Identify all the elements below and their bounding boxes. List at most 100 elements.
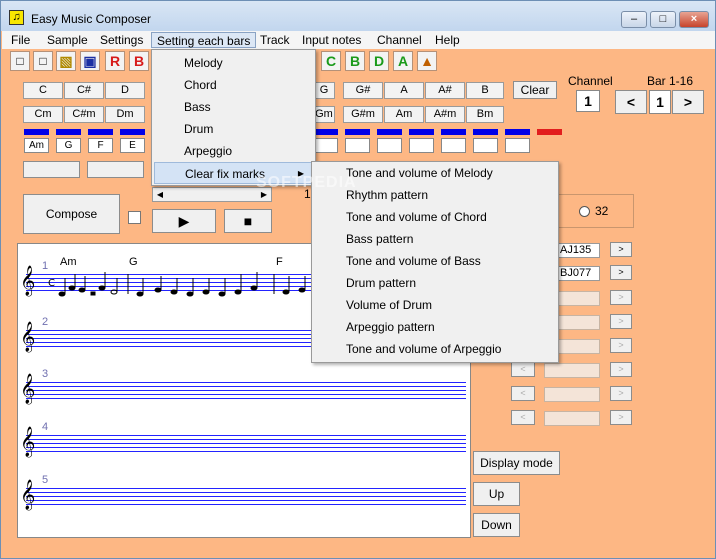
slot-3[interactable]: F xyxy=(88,129,113,153)
toolbar-c-button[interactable]: C xyxy=(321,51,341,71)
key-am[interactable]: Am xyxy=(384,106,424,123)
blank-button-2[interactable] xyxy=(87,161,144,178)
menu-item-melody[interactable]: Melody xyxy=(154,52,313,74)
down-button[interactable]: Down xyxy=(473,513,520,537)
key-a-sharp-m[interactable]: A#m xyxy=(425,106,465,123)
track-3-next-button[interactable]: > xyxy=(610,290,632,305)
slot-14[interactable] xyxy=(473,129,498,153)
track-6-next-button[interactable]: > xyxy=(610,362,632,377)
close-button[interactable]: × xyxy=(679,11,709,28)
menu-help[interactable]: Help xyxy=(430,32,465,48)
slot-10[interactable] xyxy=(345,129,370,153)
track-6-prev-button[interactable]: < xyxy=(511,362,535,377)
channel-label: Channel xyxy=(568,74,613,88)
minimize-button[interactable]: – xyxy=(621,11,647,28)
toolbar-a-button[interactable]: A xyxy=(393,51,413,71)
common-time-icon: C xyxy=(48,278,55,289)
track-8-prev-button[interactable]: < xyxy=(511,410,535,425)
compose-checkbox[interactable] xyxy=(128,211,141,224)
play-button[interactable]: ▶ xyxy=(152,209,216,233)
key-bm[interactable]: Bm xyxy=(466,106,504,123)
submenu-item[interactable]: Tone and volume of Arpeggio xyxy=(314,338,556,360)
key-g[interactable]: G xyxy=(313,82,335,99)
new-document-icon[interactable]: □ xyxy=(33,51,53,71)
toolbar-d-button[interactable]: D xyxy=(369,51,389,71)
track-name-4 xyxy=(558,315,600,330)
save-disk-icon[interactable]: ▣ xyxy=(80,51,100,71)
horizontal-scrollbar[interactable]: ◀ ▶ xyxy=(152,187,272,202)
slot-value: F xyxy=(88,138,113,153)
slot-4[interactable]: E xyxy=(120,129,145,153)
scroll-left-icon[interactable]: ◀ xyxy=(153,188,167,201)
compose-button[interactable]: Compose xyxy=(23,194,120,234)
app-window: ♫ Easy Music Composer – □ × File Sample … xyxy=(0,0,716,559)
radio-32[interactable] xyxy=(579,206,590,217)
track-4-next-button[interactable]: > xyxy=(610,314,632,329)
slot-1[interactable]: Am xyxy=(24,129,49,153)
toolbar-r-button[interactable]: R xyxy=(105,51,125,71)
bar-value[interactable]: 1 xyxy=(649,90,671,114)
channel-value[interactable]: 1 xyxy=(576,90,600,112)
key-c-sharp-m[interactable]: C#m xyxy=(64,106,104,123)
key-dm[interactable]: Dm xyxy=(105,106,145,123)
track-5-next-button[interactable]: > xyxy=(610,338,632,353)
key-g-sharp[interactable]: G# xyxy=(343,82,383,99)
submenu-item[interactable]: Bass pattern xyxy=(314,228,556,250)
key-b[interactable]: B xyxy=(466,82,504,99)
display-mode-button[interactable]: Display mode xyxy=(473,451,560,475)
track-name-1[interactable]: AJ135 xyxy=(558,243,600,258)
blank-button-1[interactable] xyxy=(23,161,80,178)
toolbar: □ □ ▧ ▣ R B C B D A ▲ xyxy=(2,49,715,73)
key-gm[interactable]: Gm xyxy=(313,106,335,123)
menu-item-drum[interactable]: Drum xyxy=(154,118,313,140)
metronome-icon[interactable]: ▲ xyxy=(417,51,437,71)
key-g-sharp-m[interactable]: G#m xyxy=(343,106,383,123)
submenu-item[interactable]: Volume of Drum xyxy=(314,294,556,316)
key-c[interactable]: C xyxy=(23,82,63,99)
maximize-button[interactable]: □ xyxy=(650,11,676,28)
slot-9[interactable] xyxy=(313,129,338,153)
slot-11[interactable] xyxy=(377,129,402,153)
menu-input-notes[interactable]: Input notes xyxy=(297,32,366,48)
bar-next-button[interactable]: > xyxy=(672,90,704,114)
menu-item-chord[interactable]: Chord xyxy=(154,74,313,96)
track-7-next-button[interactable]: > xyxy=(610,386,632,401)
slot-12[interactable] xyxy=(409,129,434,153)
track-2-next-button[interactable]: > xyxy=(610,265,632,280)
track-7-prev-button[interactable]: < xyxy=(511,386,535,401)
submenu-item[interactable]: Drum pattern xyxy=(314,272,556,294)
slot-15[interactable] xyxy=(505,129,530,153)
clear-button[interactable]: Clear xyxy=(513,81,557,99)
key-cm[interactable]: Cm xyxy=(23,106,63,123)
submenu-item[interactable]: Arpeggio pattern xyxy=(314,316,556,338)
track-8-next-button[interactable]: > xyxy=(610,410,632,425)
slot-13[interactable] xyxy=(441,129,466,153)
submenu-item[interactable]: Tone and volume of Chord xyxy=(314,206,556,228)
menu-setting-each-bars[interactable]: Setting each bars xyxy=(151,32,257,48)
slot-16[interactable] xyxy=(537,129,562,135)
menu-item-arpeggio[interactable]: Arpeggio xyxy=(154,140,313,162)
track-name-2[interactable]: BJ077 xyxy=(558,266,600,281)
open-folder-icon[interactable]: ▧ xyxy=(56,51,76,71)
up-button[interactable]: Up xyxy=(473,482,520,506)
toolbar-b-button[interactable]: B xyxy=(129,51,149,71)
toolbar-b2-button[interactable]: B xyxy=(345,51,365,71)
key-a-sharp[interactable]: A# xyxy=(425,82,465,99)
stop-button[interactable]: ■ xyxy=(224,209,272,233)
bar-prev-button[interactable]: < xyxy=(615,90,647,114)
slot-2[interactable]: G xyxy=(56,129,81,153)
track-1-next-button[interactable]: > xyxy=(610,242,632,257)
staff-4 xyxy=(26,435,466,452)
menu-track[interactable]: Track xyxy=(255,32,295,48)
slot-value: Am xyxy=(24,138,49,153)
menu-file[interactable]: File xyxy=(6,32,35,48)
key-a[interactable]: A xyxy=(384,82,424,99)
menu-item-bass[interactable]: Bass xyxy=(154,96,313,118)
menu-settings[interactable]: Settings xyxy=(95,32,148,48)
menu-sample[interactable]: Sample xyxy=(42,32,93,48)
new-file-icon[interactable]: □ xyxy=(10,51,30,71)
key-d[interactable]: D xyxy=(105,82,145,99)
submenu-item[interactable]: Tone and volume of Bass xyxy=(314,250,556,272)
menu-channel[interactable]: Channel xyxy=(372,32,427,48)
key-c-sharp[interactable]: C# xyxy=(64,82,104,99)
